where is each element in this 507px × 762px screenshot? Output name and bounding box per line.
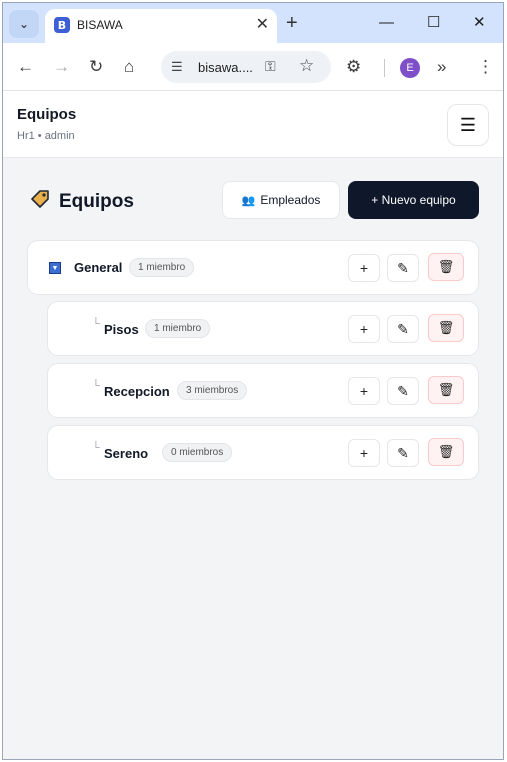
people-icon: 👥 (241, 194, 256, 207)
edit-pencil-icon[interactable]: ✎ (387, 254, 419, 282)
reload-icon[interactable]: ↻ (89, 57, 103, 77)
app-title: Equipos (17, 106, 77, 123)
favicon-icon: B (54, 17, 70, 33)
team-card-pisos: └ Pisos 1 miembro + ✎ 🗑 (47, 301, 479, 356)
tab-strip: ⌄ B BISAWA ✕ + — ☐ ✕ (3, 3, 503, 43)
close-window-icon[interactable]: ✕ (473, 13, 486, 33)
more-tools-chevrons-icon[interactable]: » (437, 57, 446, 77)
delete-trash-icon[interactable]: 🗑 (428, 253, 464, 281)
team-card-recepcion: └ Recepcion 3 miembros + ✎ 🗑 (47, 363, 479, 418)
delete-trash-icon[interactable]: 🗑 (428, 376, 464, 404)
tree-connector: └ (92, 442, 100, 454)
browser-toolbar: ← → ↻ ⌂ ☰ bisawa.... ⚿ ☆ ⚙ E » ⋮ (3, 43, 503, 91)
expand-toggle-icon[interactable]: ▼ (49, 262, 61, 274)
tree-connector: └ (92, 380, 100, 392)
member-count-badge: 0 miembros (162, 443, 233, 462)
back-icon[interactable]: ← (17, 57, 34, 77)
add-member-button[interactable]: + (348, 315, 380, 343)
member-count-badge: 1 miembro (129, 258, 195, 277)
hamburger-menu-button[interactable]: ☰ (447, 104, 489, 146)
team-card-sereno: └ Sereno 0 miembros + ✎ 🗑 (47, 425, 479, 480)
bookmark-star-icon[interactable]: ☆ (299, 56, 314, 76)
page-title: Equipos (59, 191, 134, 212)
app-subtitle: Hr1 • admin (17, 130, 75, 142)
tree-connector: └ (92, 318, 100, 330)
edit-pencil-icon[interactable]: ✎ (387, 377, 419, 405)
add-member-button[interactable]: + (348, 377, 380, 405)
browser-window: ⌄ B BISAWA ✕ + — ☐ ✕ ← → ↻ ⌂ ☰ bisawa...… (2, 2, 504, 760)
address-bar[interactable]: ☰ bisawa.... ⚿ ☆ (161, 51, 331, 83)
maximize-icon[interactable]: ☐ (427, 13, 440, 33)
tag-icon (29, 188, 51, 217)
member-count-badge: 3 miembros (177, 381, 248, 400)
edit-pencil-icon[interactable]: ✎ (387, 439, 419, 467)
delete-trash-icon[interactable]: 🗑 (428, 438, 464, 466)
new-team-button[interactable]: + Nuevo equipo (348, 181, 479, 219)
delete-trash-icon[interactable]: 🗑 (428, 314, 464, 342)
team-name: Sereno (104, 446, 149, 461)
employees-button[interactable]: 👥 Empleados (222, 181, 340, 219)
app-header: Equipos Hr1 • admin ☰ (3, 91, 503, 158)
minimize-icon[interactable]: — (379, 13, 394, 33)
profile-avatar[interactable]: E (400, 58, 420, 78)
url-text[interactable]: bisawa.... (198, 60, 253, 75)
add-member-button[interactable]: + (348, 254, 380, 282)
close-tab-icon[interactable]: ✕ (256, 15, 269, 35)
team-name: Recepcion (104, 384, 170, 399)
team-name: Pisos (104, 322, 139, 337)
new-tab-icon[interactable]: + (286, 11, 298, 35)
kebab-menu-icon[interactable]: ⋮ (477, 57, 494, 77)
extensions-icon[interactable]: ⚙ (346, 57, 361, 77)
tab-title: BISAWA (77, 18, 123, 32)
tab-search-chevron-icon[interactable]: ⌄ (9, 10, 39, 38)
toolbar-divider (384, 59, 385, 77)
browser-tab[interactable]: B BISAWA ✕ (45, 9, 277, 43)
edit-pencil-icon[interactable]: ✎ (387, 315, 419, 343)
password-key-icon[interactable]: ⚿ (265, 58, 276, 75)
team-name: General (74, 260, 123, 275)
team-card-general: ▼ General 1 miembro + ✎ 🗑 (27, 240, 479, 295)
forward-icon[interactable]: → (53, 57, 70, 77)
home-icon[interactable]: ⌂ (124, 57, 134, 77)
employees-button-label: Empleados (260, 193, 321, 207)
site-settings-icon[interactable]: ☰ (171, 59, 183, 75)
member-count-badge: 1 miembro (145, 319, 211, 338)
add-member-button[interactable]: + (348, 439, 380, 467)
